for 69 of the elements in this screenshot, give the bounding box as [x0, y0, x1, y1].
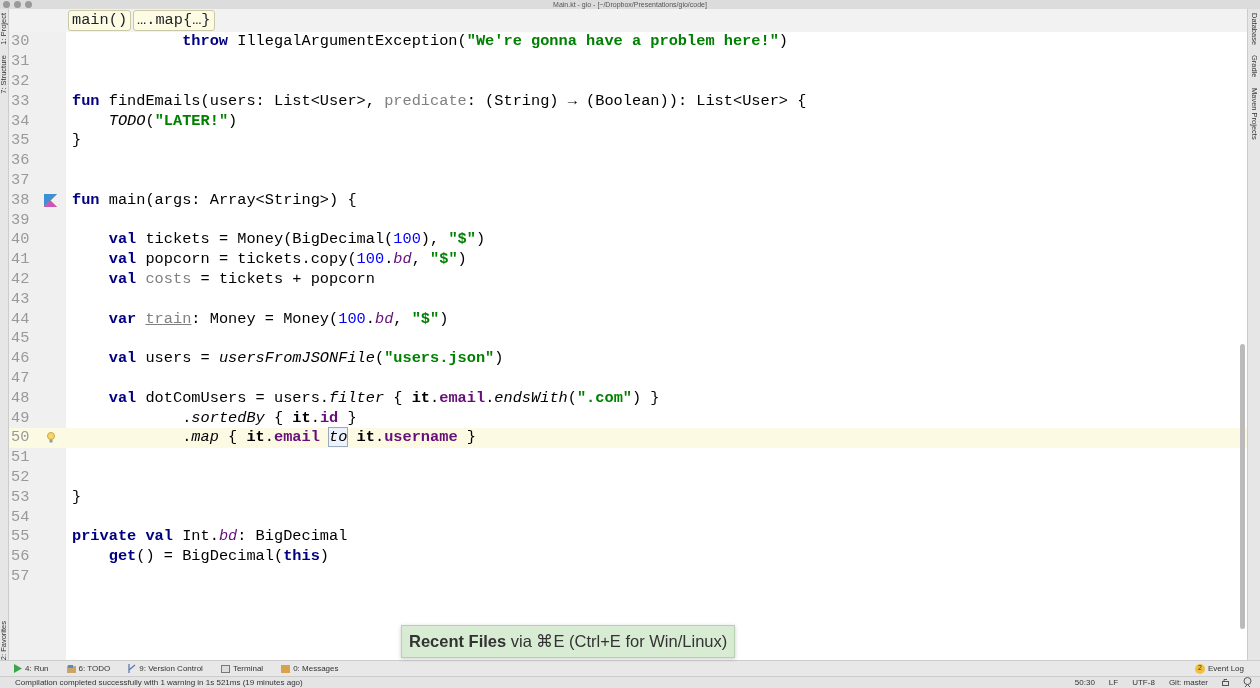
- line-number: 47: [11, 368, 31, 388]
- line-number: 33: [11, 91, 31, 111]
- line-number: 45: [11, 329, 31, 349]
- code-line: fun main(args: Array<String>) {: [72, 190, 357, 210]
- breadcrumb[interactable]: ….map{…}: [133, 10, 215, 31]
- code-line: throw IllegalArgumentException("We're gonna have a problem here!"): [181, 32, 789, 52]
- line-number: 43: [11, 289, 31, 309]
- code-line: var train: Money = Money(100.bd, "$"): [107, 309, 449, 329]
- vcs-branch-selector[interactable]: Git: master: [1168, 676, 1208, 688]
- line-number: 57: [11, 566, 31, 586]
- line-number: 55: [11, 527, 31, 547]
- line-number: 52: [11, 467, 31, 487]
- line-number: 56: [11, 547, 31, 567]
- code-line: }: [72, 131, 82, 151]
- tool-window-button[interactable]: 0: Messages: [281, 662, 339, 675]
- code-line: val costs = tickets + popcorn: [107, 269, 375, 289]
- line-number: 37: [11, 170, 31, 190]
- code-line: TODO("LATER!"): [107, 111, 238, 131]
- line-number: 48: [11, 388, 31, 408]
- breadcrumb[interactable]: main(): [68, 10, 132, 31]
- line-number: 51: [11, 448, 31, 468]
- line-number: 35: [11, 131, 31, 151]
- line-number: 32: [11, 72, 31, 91]
- tool-window-button[interactable]: Terminal: [220, 662, 264, 675]
- line-number: 40: [11, 230, 31, 250]
- line-number: 41: [11, 250, 31, 270]
- code-line: fun findEmails(users: List<User>, predicate: (String) → (Boolean)): List<User> {: [72, 91, 807, 111]
- inspector-icon[interactable]: [1243, 677, 1252, 688]
- line-number: 49: [11, 408, 31, 428]
- todo-icon: [66, 664, 76, 673]
- terminal-icon: [220, 664, 230, 673]
- tool-window-button[interactable]: 6: TODO: [66, 662, 111, 675]
- code-line: private val Int.bd: BigDecimal: [72, 527, 348, 547]
- lightbulb-icon[interactable]: [46, 432, 55, 444]
- line-number: 34: [11, 111, 31, 131]
- recent-files-tooltip: Recent Files via ⌘E (Ctrl+E for Win/Linux): [401, 625, 736, 658]
- line-number: 42: [11, 269, 31, 289]
- status-message: Compilation completed successfully with 1 warning in 1s 521ms (19 minutes ago): [15, 676, 303, 688]
- line-number: 44: [11, 309, 31, 329]
- branch-icon: [128, 664, 137, 673]
- line-number: 50: [11, 428, 31, 448]
- kotlin-run-icon[interactable]: [44, 193, 57, 207]
- line-number: 30: [11, 32, 31, 52]
- tool-window-button[interactable]: 4: Run: [14, 662, 49, 675]
- code-line: val users = usersFromJSONFile("users.json"): [107, 349, 504, 369]
- lock-icon[interactable]: [1222, 678, 1229, 687]
- line-number: 38: [11, 190, 31, 210]
- code-line: val dotComUsers = users.filter { it.email.endsWith(".com") }: [107, 388, 660, 408]
- encoding-selector[interactable]: UTF-8: [1132, 676, 1155, 688]
- code-line: val tickets = Money(BigDecimal(100), "$"): [107, 230, 486, 250]
- window-close-icon[interactable]: [3, 1, 10, 8]
- code-line: get() = BigDecimal(this): [107, 547, 330, 567]
- line-number: 36: [11, 151, 31, 171]
- line-number: 39: [11, 210, 31, 230]
- window-minimize-icon[interactable]: [14, 1, 21, 8]
- caret-position[interactable]: 50:30: [1074, 676, 1095, 688]
- code-line: }: [72, 487, 82, 507]
- play-icon: [14, 664, 22, 673]
- messages-icon: [281, 664, 291, 673]
- code-line: val popcorn = tickets.copy(100.bd, "$"): [107, 250, 467, 270]
- line-number: 53: [11, 487, 31, 507]
- line-number: 54: [11, 507, 31, 527]
- window-zoom-icon[interactable]: [25, 1, 32, 8]
- line-separator-selector[interactable]: LF: [1108, 676, 1119, 688]
- line-number: 31: [11, 52, 31, 72]
- code-line: .sortedBy { it.id }: [181, 408, 357, 428]
- scrollbar-thumb[interactable]: [1240, 344, 1245, 629]
- line-number: 46: [11, 349, 31, 369]
- tool-window-button[interactable]: 9: Version Control: [128, 662, 203, 675]
